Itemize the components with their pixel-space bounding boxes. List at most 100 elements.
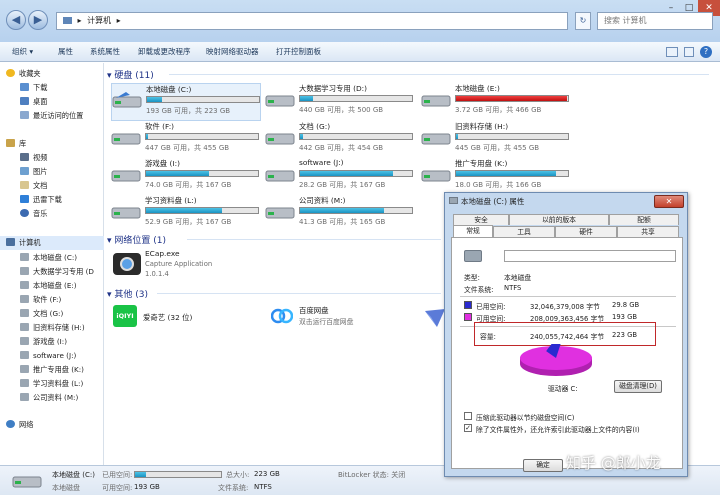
disk-cleanup-button[interactable]: 磁盘清理(D) [614,380,662,393]
nav-drive-i[interactable]: 游戏盘 (I:) [20,337,67,347]
drive-name: 学习资料盘 (L:) [145,196,197,205]
drive-letter-label: 驱动器 C: [548,385,578,393]
drive-m[interactable]: 公司资料 (M:) 41.3 GB 可用，共 165 GB [265,195,415,233]
tab-previous-versions[interactable]: 以前的版本 [509,214,609,225]
view-options-icon[interactable] [666,47,678,57]
forward-button[interactable]: ▶ [28,10,48,30]
ok-button[interactable]: 确定 [523,459,563,472]
navigation-pane: 收藏夹 下载 桌面 最近访问的位置 库 视频 图片 文档 迅雷下载 音乐 计算机… [0,63,104,465]
drive-icon [20,365,29,373]
drive-icon [421,129,451,147]
other-item-iqiyi[interactable]: iQIYI 爱奇艺 (32 位) [111,303,251,333]
network-item-ecap[interactable]: ECap.exe Capture Application 1.0.1.4 [111,249,261,283]
breadcrumb-computer[interactable]: 计算机 [87,16,111,25]
toolbar-properties[interactable]: 属性 [58,46,73,57]
nav-desktop[interactable]: 桌面 [20,97,47,107]
drive-icon [464,250,482,262]
recent-places-icon [20,111,29,119]
nav-music[interactable]: 音乐 [20,209,47,219]
search-input[interactable]: 搜索 计算机 [597,12,713,30]
section-network-locations[interactable]: ▾ 网络位置 (1) [107,233,166,246]
nav-drive-h[interactable]: 旧资料存储 (H:) [20,323,85,333]
address-bar[interactable]: ▸ 计算机 ▸ [56,12,568,30]
toolbar-control-panel[interactable]: 打开控制面板 [276,46,321,57]
status-drive-kind: 本地磁盘 [52,484,80,492]
nav-drive-k[interactable]: 推广专用盘 (K:) [20,365,84,375]
drive-k[interactable]: 推广专用盘 (K:) 18.0 GB 可用，共 166 GB [421,158,571,196]
nav-drive-c[interactable]: 本地磁盘 (C:) [20,253,77,263]
section-hard-drives[interactable]: ▾ 硬盘 (11) [107,68,154,81]
drive-h[interactable]: 旧资料存储 (H:) 445 GB 可用，共 455 GB [421,121,571,159]
drive-icon [20,393,29,401]
tab-general[interactable]: 常规 [453,225,493,237]
usage-bar [299,207,413,214]
status-usage-fill [135,472,147,477]
index-checkbox[interactable]: ✓ [464,424,472,432]
nav-drive-d[interactable]: 大数据学习专用 (D [20,267,94,277]
other-item-baidu-netdisk[interactable]: 百度网盘 双击运行百度网盘 [269,303,409,333]
tab-tools[interactable]: 工具 [493,226,555,237]
used-gb: 29.8 GB [612,301,640,309]
nav-pictures[interactable]: 图片 [20,167,47,177]
nav-favorites[interactable]: 收藏夹 [6,69,41,79]
toolbar-map-drive[interactable]: 映射网络驱动器 [206,46,259,57]
nav-drive-l[interactable]: 学习资料盘 (L:) [20,379,83,389]
nav-network[interactable]: 网络 [6,420,33,430]
status-drive-name: 本地磁盘 (C:) [52,471,95,479]
toolbar-uninstall[interactable]: 卸载或更改程序 [138,46,191,57]
drive-d[interactable]: 大数据学习专用 (D:) 440 GB 可用，共 500 GB [265,83,415,121]
capacity-gb: 223 GB [612,331,638,339]
help-icon[interactable]: ? [700,46,712,58]
drive-l[interactable]: 学习资料盘 (L:) 52.9 GB 可用，共 167 GB [111,195,261,233]
drive-e[interactable]: 本地磁盘 (E:) 3.72 GB 可用，共 466 GB [421,83,571,121]
drive-name: 软件 (F:) [145,122,175,131]
status-bitlocker: BitLocker 状态: 关闭 [338,471,406,479]
usage-fill [456,134,459,139]
usage-fill [456,171,556,176]
nav-thunder-downloads[interactable]: 迅雷下载 [20,195,62,205]
tab-security[interactable]: 安全 [453,214,509,225]
drive-free-text: 442 GB 可用，共 454 GB [299,144,384,152]
network-item-version: 1.0.1.4 [145,270,169,278]
nav-computer[interactable]: 计算机 [0,236,104,250]
section-other[interactable]: ▾ 其他 (3) [107,287,148,300]
nav-drive-e[interactable]: 本地磁盘 (E:) [20,281,77,291]
drive-g[interactable]: 文档 (G:) 442 GB 可用，共 454 GB [265,121,415,159]
nav-downloads[interactable]: 下载 [20,83,47,93]
usage-fill [300,208,384,213]
drive-j[interactable]: software (J:) 28.2 GB 可用，共 167 GB [265,158,415,196]
nav-drive-g[interactable]: 文档 (G:) [20,309,63,319]
usage-bar [299,95,413,102]
tab-quota[interactable]: 配额 [609,214,679,225]
nav-videos[interactable]: 视频 [20,153,47,163]
tab-sharing[interactable]: 共享 [617,226,679,237]
nav-libraries[interactable]: 库 [6,139,26,149]
preview-pane-icon[interactable] [684,47,694,57]
nav-drive-m[interactable]: 公司资料 (M:) [20,393,78,403]
drive-i[interactable]: 游戏盘 (I:) 74.0 GB 可用，共 167 GB [111,158,261,196]
compress-checkbox[interactable] [464,412,472,420]
drive-free-text: 41.3 GB 可用，共 165 GB [299,218,386,226]
toolbar-organize[interactable]: 组织 ▾ [12,46,33,57]
nav-recent-places[interactable]: 最近访问的位置 [20,111,83,121]
drive-free-text: 28.2 GB 可用，共 167 GB [299,181,386,189]
nav-drive-j[interactable]: software (J:) [20,351,76,360]
nav-drive-f[interactable]: 软件 (F:) [20,295,61,305]
usage-fill [146,134,149,139]
drive-icon [111,203,141,221]
used-bytes: 32,046,379,008 字节 [530,303,600,311]
nav-documents[interactable]: 文档 [20,181,47,191]
drive-f[interactable]: 软件 (F:) 447 GB 可用，共 455 GB [111,121,261,159]
drive-icon [20,337,29,345]
refresh-button[interactable]: ↻ [575,12,591,30]
breadcrumb-chevron[interactable]: ▸ [117,16,121,25]
back-button[interactable]: ◀ [6,10,26,30]
other-item-name: 百度网盘 [299,306,329,315]
dialog-close-button[interactable]: ✕ [654,195,684,208]
general-tab-panel: 类型: 本地磁盘 文件系统: NTFS 已用空间: 32,046,379,008… [451,237,683,469]
drive-label-input[interactable] [504,250,676,262]
drive-c[interactable]: 本地磁盘 (C:) 193 GB 可用，共 223 GB [111,83,261,121]
watermark: 知乎 @郎小龙 [566,454,661,472]
tab-hardware[interactable]: 硬件 [555,226,617,237]
toolbar-system-properties[interactable]: 系统属性 [90,46,120,57]
